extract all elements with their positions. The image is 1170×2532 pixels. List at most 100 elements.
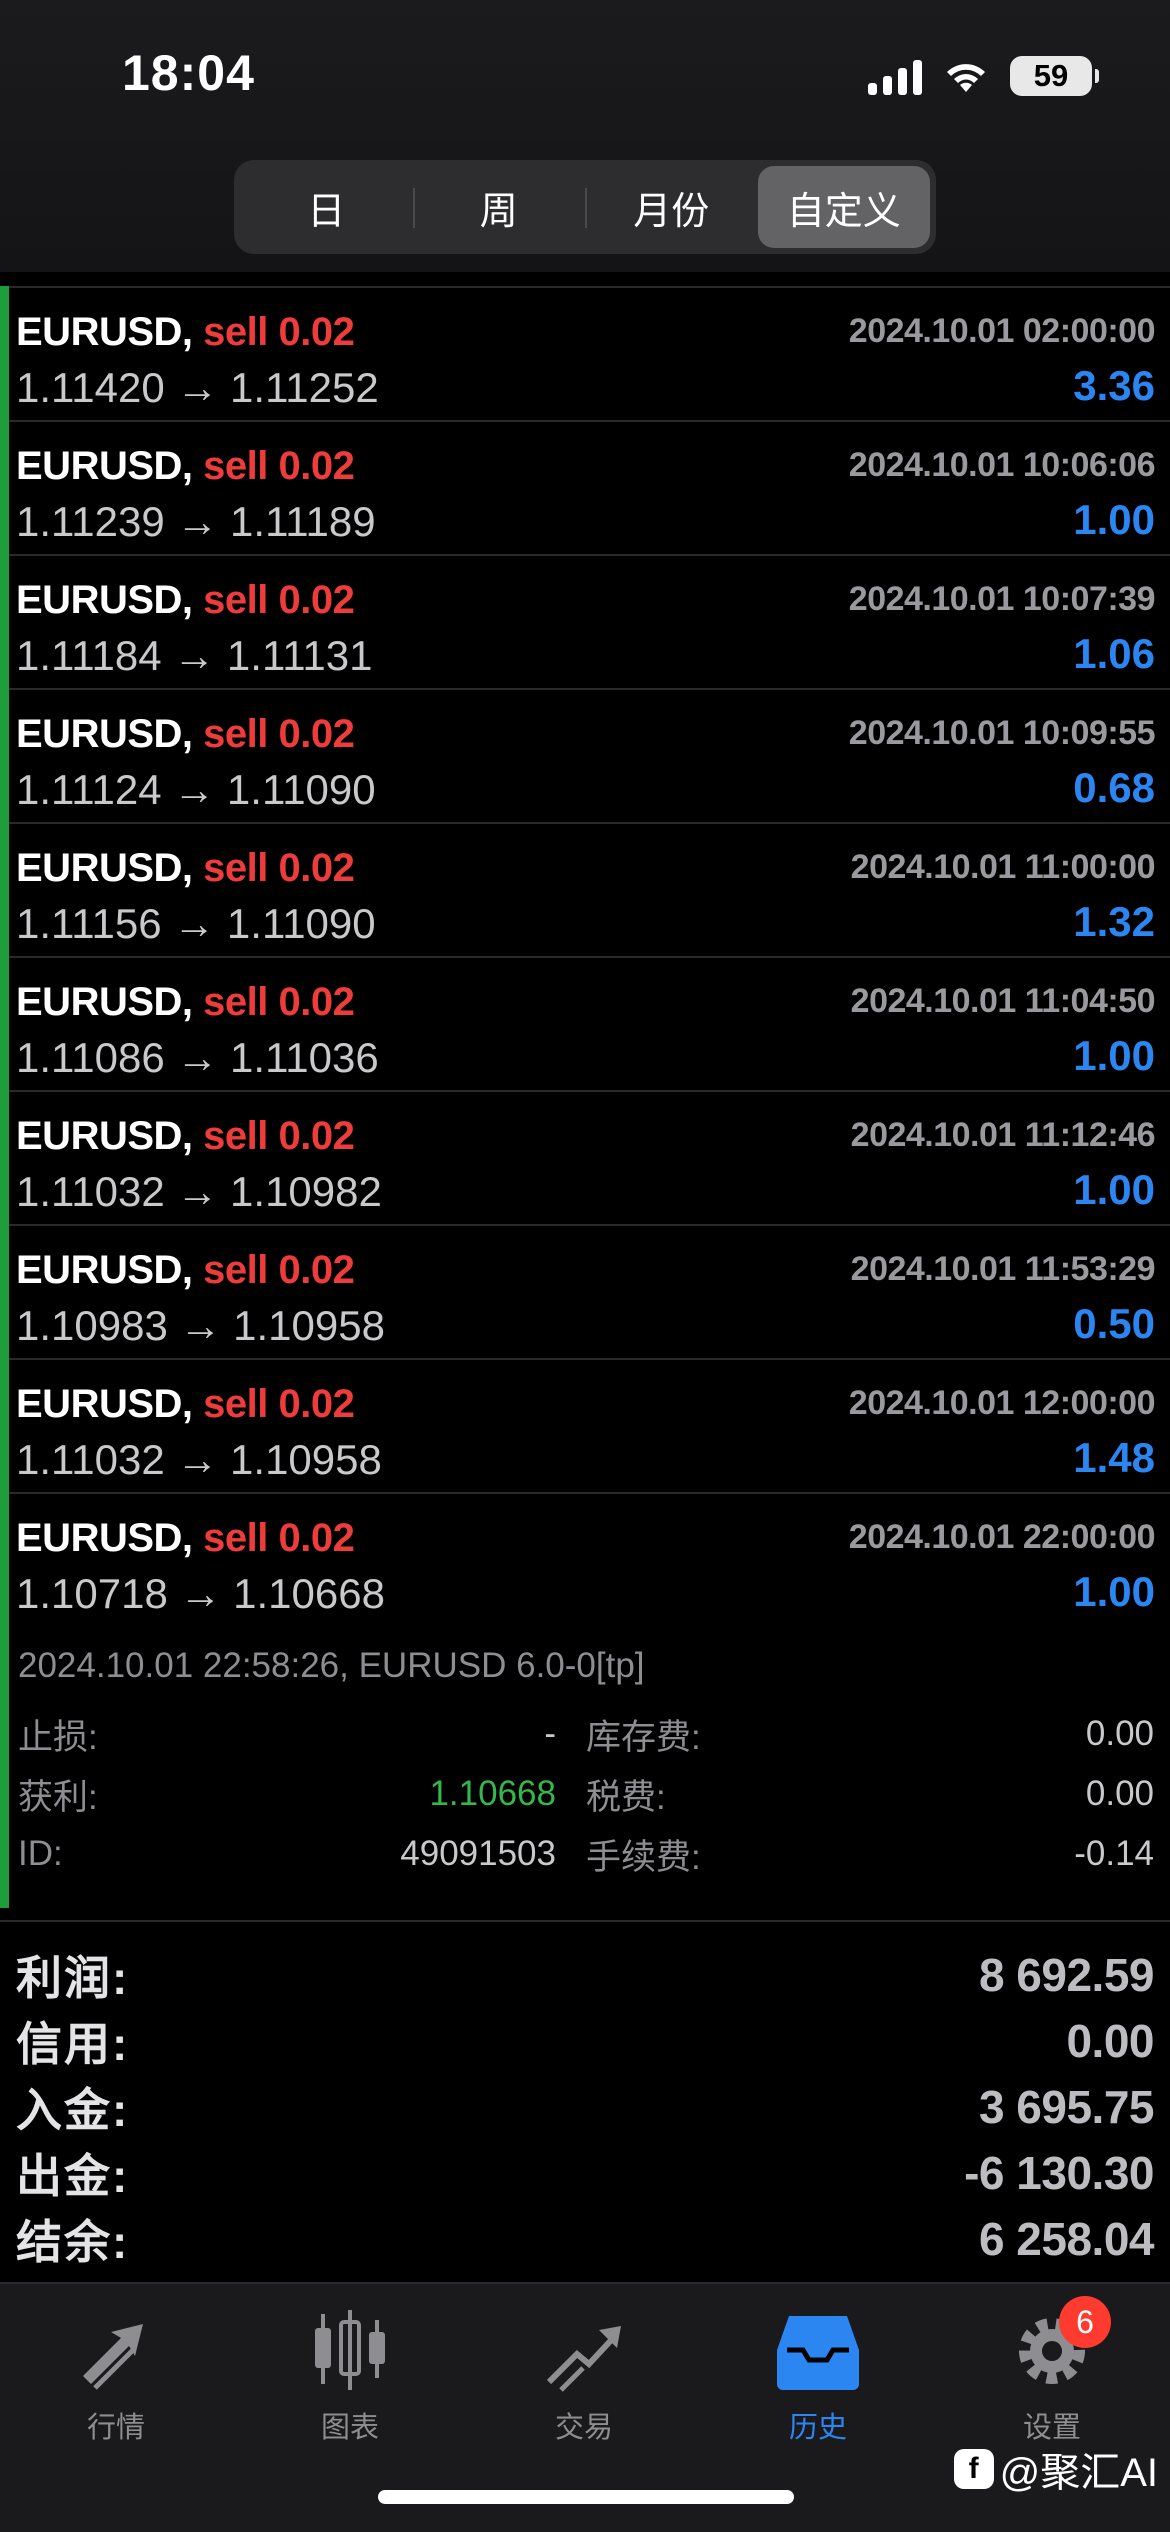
balance-value: 6 258.04 xyxy=(978,2213,1155,2265)
trade-row[interactable]: EURUSD, sell 0.02 2024.10.01 02:00:00 1.… xyxy=(9,286,1170,420)
segment-custom[interactable]: 自定义 xyxy=(757,166,930,248)
take-profit-row: 获利: 1.10668 xyxy=(18,1764,586,1824)
trade-row[interactable]: EURUSD, sell 0.02 2024.10.01 10:07:39 1.… xyxy=(9,554,1170,688)
trade-time: 2024.10.01 11:53:29 xyxy=(850,1250,1156,1288)
id-label: ID: xyxy=(18,1834,63,1873)
trade-row[interactable]: EURUSD, sell 0.02 2024.10.01 10:06:06 1.… xyxy=(9,420,1170,554)
trade-profit: 1.32 xyxy=(1073,898,1155,945)
trade-side: sell 0.02 xyxy=(203,310,355,354)
trade-row[interactable]: EURUSD, sell 0.02 2024.10.01 12:00:00 1.… xyxy=(9,1358,1170,1492)
history-screen: 18:04 59 日 周 月份 自定义 EURUSD, sell 0.02 20… xyxy=(0,0,1170,2532)
trade-profit: 1.00 xyxy=(1073,1568,1155,1615)
trade-time: 2024.10.01 10:09:55 xyxy=(848,714,1156,752)
withdrawal-value: -6 130.30 xyxy=(964,2147,1154,2199)
tax-label: 税费: xyxy=(586,1777,666,1817)
tab-chart[interactable]: 图表 xyxy=(260,2306,440,2446)
trade-symbol: EURUSD, xyxy=(16,1248,193,1292)
trade-profit: 1.48 xyxy=(1073,1434,1155,1481)
trade-row[interactable]: EURUSD, sell 0.02 2024.10.01 11:04:50 1.… xyxy=(9,956,1170,1090)
trade-profit: 1.06 xyxy=(1073,630,1155,677)
status-icons: 59 xyxy=(868,52,1099,100)
trade-time: 2024.10.01 12:00:00 xyxy=(848,1384,1156,1422)
stop-loss-label: 止损: xyxy=(18,1717,98,1757)
tab-chart-label: 图表 xyxy=(320,2412,379,2444)
take-profit-value: 1.10668 xyxy=(429,1774,556,1813)
tab-trade[interactable]: 交易 xyxy=(494,2306,674,2446)
settings-icon: 6 xyxy=(1007,2296,1111,2396)
withdrawal-label: 出金: xyxy=(16,2150,130,2202)
tax-value: 0.00 xyxy=(1085,1774,1154,1813)
trade-profit: 3.36 xyxy=(1073,362,1155,409)
trade-profit: 0.68 xyxy=(1073,764,1155,811)
watermark: f @聚汇AI xyxy=(953,2440,1158,2498)
trade-row[interactable]: EURUSD, sell 0.02 2024.10.01 10:09:55 1.… xyxy=(9,688,1170,822)
trade-side: sell 0.02 xyxy=(203,846,355,890)
settings-badge: 6 xyxy=(1059,2296,1111,2348)
tax-row: 税费: 0.00 xyxy=(586,1764,1154,1824)
trade-profit: 0.50 xyxy=(1073,1300,1155,1347)
home-indicator[interactable] xyxy=(378,2490,794,2504)
trade-history-list: EURUSD, sell 0.02 2024.10.01 02:00:00 1.… xyxy=(0,272,1170,1908)
trade-time: 2024.10.01 10:06:06 xyxy=(848,446,1156,484)
trade-time: 2024.10.01 11:12:46 xyxy=(850,1116,1156,1154)
profit-total-label: 利润: xyxy=(16,1952,130,2004)
trade-prices: 1.11420 → 1.11252 xyxy=(16,364,379,411)
segment-day[interactable]: 日 xyxy=(240,166,413,248)
trade-row[interactable]: EURUSD, sell 0.02 2024.10.01 11:12:46 1.… xyxy=(9,1090,1170,1224)
trade-row[interactable]: EURUSD, sell 0.02 2024.10.01 11:00:00 1.… xyxy=(9,822,1170,956)
trade-prices: 1.11239 → 1.11189 xyxy=(16,498,376,545)
id-value: 49091503 xyxy=(400,1834,556,1873)
trade-side: sell 0.02 xyxy=(203,1248,355,1292)
trade-prices: 1.11184 → 1.11131 xyxy=(16,632,373,679)
trade-prices: 1.11086 → 1.11036 xyxy=(16,1034,379,1081)
segment-month[interactable]: 月份 xyxy=(585,166,758,248)
history-icon xyxy=(773,2306,863,2396)
trade-side: sell 0.02 xyxy=(203,444,355,488)
deposit-row: 入金: 3 695.75 xyxy=(0,2074,1170,2140)
stop-loss-value: - xyxy=(544,1714,556,1753)
commission-label: 手续费: xyxy=(586,1837,701,1877)
trade-symbol: EURUSD, xyxy=(16,578,193,622)
balance-row: 结余: 6 258.04 xyxy=(0,2206,1170,2272)
stop-loss-row: 止损: - xyxy=(18,1704,586,1764)
trade-symbol: EURUSD, xyxy=(16,444,193,488)
trade-profit: 1.00 xyxy=(1073,496,1155,543)
watermark-text: @聚汇AI xyxy=(999,2451,1158,2495)
segment-week[interactable]: 周 xyxy=(412,166,586,248)
tab-history[interactable]: 历史 xyxy=(728,2306,908,2446)
watermark-logo-icon: f xyxy=(953,2449,994,2489)
trade-prices: 1.11032 → 1.10958 xyxy=(16,1436,382,1483)
battery-icon: 59 xyxy=(1010,56,1099,96)
profit-total-row: 利润: 8 692.59 xyxy=(0,1942,1170,2008)
trade-prices: 1.11032 → 1.10982 xyxy=(16,1168,382,1215)
top-bar: 18:04 59 日 周 月份 自定义 xyxy=(0,0,1170,272)
trade-row-expanded[interactable]: EURUSD, sell 0.02 2024.10.01 22:00:00 1.… xyxy=(9,1492,1170,1626)
tab-quotes[interactable]: 行情 xyxy=(26,2306,206,2446)
commission-row: 手续费: -0.14 xyxy=(586,1824,1154,1884)
trade-side: sell 0.02 xyxy=(203,1516,355,1560)
trade-side: sell 0.02 xyxy=(203,1114,355,1158)
trade-row[interactable]: EURUSD, sell 0.02 2024.10.01 11:53:29 1.… xyxy=(9,1224,1170,1358)
swap-row: 库存费: 0.00 xyxy=(586,1704,1154,1764)
credit-label: 信用: xyxy=(16,2018,130,2070)
tab-settings[interactable]: 6 设置 xyxy=(962,2296,1142,2446)
take-profit-label: 获利: xyxy=(18,1777,98,1817)
trade-profit: 1.00 xyxy=(1073,1032,1155,1079)
swap-label: 库存费: xyxy=(586,1717,701,1757)
trade-icon xyxy=(539,2306,629,2396)
trade-prices: 1.10718 → 1.10668 xyxy=(16,1570,385,1617)
quotes-icon xyxy=(71,2306,161,2396)
trade-side: sell 0.02 xyxy=(203,980,355,1024)
trade-profit: 1.00 xyxy=(1073,1166,1155,1213)
deposit-label: 入金: xyxy=(16,2084,130,2136)
trade-time: 2024.10.01 11:00:00 xyxy=(850,848,1156,886)
trade-prices: 1.11156 → 1.11090 xyxy=(16,900,376,947)
trade-side: sell 0.02 xyxy=(203,712,355,756)
trade-symbol: EURUSD, xyxy=(16,1382,193,1426)
trade-time: 2024.10.01 22:00:00 xyxy=(848,1518,1156,1556)
balance-label: 结余: xyxy=(16,2216,130,2268)
trade-detail-summary: 2024.10.01 22:58:26, EURUSD 6.0-0[tp] xyxy=(18,1646,645,1685)
wifi-icon xyxy=(947,64,985,92)
trade-symbol: EURUSD, xyxy=(16,1114,193,1158)
deposit-value: 3 695.75 xyxy=(978,2081,1155,2133)
